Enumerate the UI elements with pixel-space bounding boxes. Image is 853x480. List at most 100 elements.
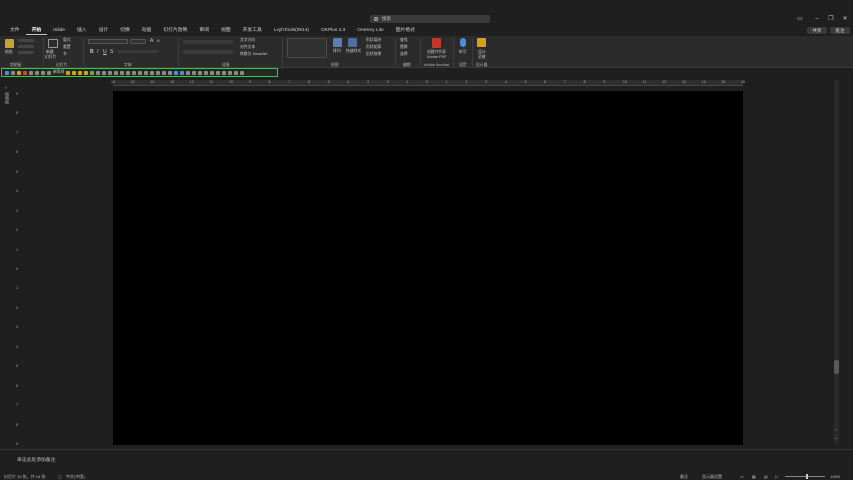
grow-font-button[interactable]: A <box>150 38 153 44</box>
toolbar-icon[interactable] <box>186 70 191 75</box>
tab-12[interactable]: OKPlus 4.3 <box>315 26 351 35</box>
layout-button[interactable]: 版式 <box>63 38 71 43</box>
tab-2[interactable]: iSlide <box>47 26 71 35</box>
minimize-button[interactable]: – <box>813 15 821 22</box>
quick-styles-icon[interactable] <box>348 38 357 47</box>
notes-pane[interactable]: 单击此处添加备注 <box>0 449 853 469</box>
tab-0[interactable]: 文件 <box>4 26 26 35</box>
copy-button[interactable] <box>18 45 34 48</box>
reset-button[interactable]: 重置 <box>63 45 71 50</box>
tab-7[interactable]: 幻灯片放映 <box>157 26 193 35</box>
toolbar-icon[interactable] <box>84 70 89 75</box>
underline-button[interactable]: U <box>103 49 107 55</box>
list-buttons[interactable] <box>183 40 233 44</box>
reading-view-icon[interactable]: ▤ <box>764 474 768 479</box>
save-icon[interactable] <box>5 70 9 75</box>
toolbar-icon[interactable] <box>126 70 131 75</box>
toolbar-icon[interactable] <box>132 70 137 75</box>
slide-canvas[interactable] <box>113 91 743 445</box>
toolbar-icon[interactable] <box>96 70 101 75</box>
italic-button[interactable]: I <box>97 49 98 55</box>
accessibility-icon[interactable]: ▢ <box>58 474 62 479</box>
toolbar-icon[interactable] <box>156 70 161 75</box>
prev-slide-icon[interactable]: ⌃ <box>834 428 837 433</box>
toolbar-icon[interactable] <box>35 70 39 75</box>
comments-button[interactable]: 批注 <box>830 27 850 34</box>
qat-font-label[interactable]: 新等线 <box>53 70 64 75</box>
select-button[interactable]: 选择 <box>400 52 408 57</box>
arrange-icon[interactable] <box>333 38 342 47</box>
toolbar-icon[interactable] <box>174 70 179 75</box>
scrollbar-thumb[interactable] <box>834 360 839 374</box>
toolbar-icon[interactable] <box>234 70 239 75</box>
font-more-buttons[interactable] <box>118 50 158 53</box>
toolbar-icon[interactable] <box>29 70 33 75</box>
microphone-icon[interactable] <box>460 38 466 47</box>
toolbar-icon[interactable] <box>192 70 197 75</box>
close-button[interactable]: ✕ <box>841 15 849 22</box>
text-direction-button[interactable]: 文字方向 <box>240 38 255 43</box>
tab-14[interactable]: 图片格式 <box>390 26 421 35</box>
toolbar-icon[interactable] <box>90 70 95 75</box>
shadow-button[interactable]: S <box>110 49 113 55</box>
undo-icon[interactable] <box>11 70 15 75</box>
toolbar-icon[interactable] <box>198 70 203 75</box>
shape-effects-button[interactable]: 形状效果 <box>366 52 381 57</box>
restore-button[interactable]: ❐ <box>827 15 835 22</box>
cut-button[interactable] <box>18 39 34 42</box>
slideshow-icon[interactable]: ▷ <box>775 474 778 479</box>
toolbar-icon[interactable] <box>222 70 227 75</box>
replace-button[interactable]: 替换 <box>400 45 408 50</box>
slide-sorter-icon[interactable]: ▦ <box>752 474 756 479</box>
toolbar-icon[interactable] <box>240 70 245 75</box>
section-button[interactable]: 节 <box>63 52 67 57</box>
toolbar-icon[interactable] <box>210 70 215 75</box>
tab-11[interactable]: LvyhTools(0514) <box>268 26 315 35</box>
share-button[interactable]: 共享 <box>807 27 827 34</box>
align-buttons[interactable] <box>183 50 233 54</box>
toolbar-icon[interactable] <box>102 70 107 75</box>
tab-4[interactable]: 设计 <box>93 26 115 35</box>
language-indicator[interactable]: 中文(中国) <box>66 474 85 480</box>
adobe-pdf-icon[interactable] <box>432 38 441 48</box>
shrink-font-button[interactable]: A <box>157 38 160 43</box>
vertical-scrollbar[interactable] <box>834 80 839 444</box>
zoom-slider[interactable] <box>785 476 825 477</box>
display-settings-button[interactable]: 显示器设置 <box>702 474 722 480</box>
bold-button[interactable]: B <box>90 49 94 55</box>
zoom-slider-knob[interactable] <box>806 474 808 479</box>
shape-fill-button[interactable]: 形状填充 <box>366 38 381 43</box>
toolbar-icon[interactable] <box>66 70 71 75</box>
toolbar-icon[interactable] <box>150 70 155 75</box>
tab-5[interactable]: 切换 <box>114 26 136 35</box>
designer-icon[interactable] <box>477 38 486 47</box>
toolbar-icon[interactable] <box>78 70 83 75</box>
toolbar-icon[interactable] <box>204 70 209 75</box>
toolbar-icon[interactable] <box>228 70 233 75</box>
toolbar-icon[interactable] <box>72 70 77 75</box>
toolbar-icon[interactable] <box>120 70 125 75</box>
align-text-button[interactable]: 对齐文本 <box>240 45 255 50</box>
tab-3[interactable]: 插入 <box>71 26 93 35</box>
notes-button[interactable]: 备注 <box>680 474 688 480</box>
shapes-gallery[interactable] <box>287 38 327 58</box>
toolbar-icon[interactable] <box>180 70 185 75</box>
toolbar-icon[interactable] <box>144 70 149 75</box>
thumbnails-label[interactable]: 缩略图 <box>4 92 10 104</box>
tab-9[interactable]: 视图 <box>215 26 237 35</box>
next-slide-icon[interactable]: ⌄ <box>834 435 837 440</box>
toolbar-icon[interactable] <box>168 70 173 75</box>
tab-1[interactable]: 开始 <box>25 26 48 35</box>
shape-outline-button[interactable]: 形状轮廓 <box>366 45 381 50</box>
toolbar-icon[interactable] <box>114 70 119 75</box>
tab-13[interactable]: OneKey Lite <box>351 26 389 35</box>
toolbar-icon[interactable] <box>216 70 221 75</box>
find-button[interactable]: 查找 <box>400 38 408 43</box>
toolbar-icon[interactable] <box>162 70 167 75</box>
toolbar-icon[interactable] <box>41 70 45 75</box>
normal-view-icon[interactable]: ▭ <box>740 474 744 479</box>
font-name-select[interactable] <box>88 39 128 44</box>
toolbar-icon[interactable] <box>23 70 27 75</box>
toolbar-icon[interactable] <box>138 70 143 75</box>
search-box[interactable]: 搜索 <box>370 15 490 23</box>
